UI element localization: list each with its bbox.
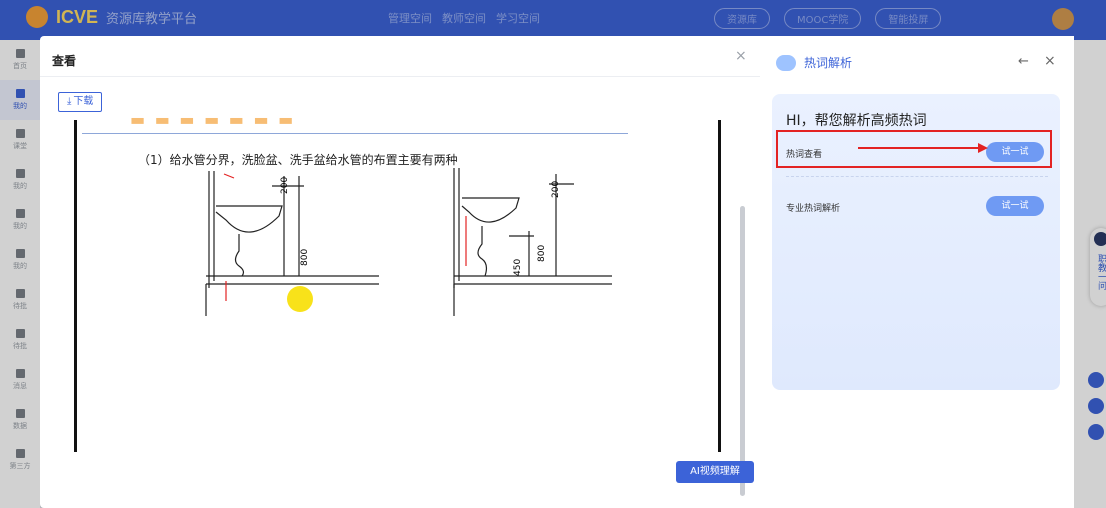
download-button[interactable]: ⤓ 下载 bbox=[58, 92, 103, 112]
row-separator bbox=[786, 176, 1048, 177]
cloud-icon bbox=[776, 54, 796, 71]
panel-header: 热词解析 bbox=[776, 54, 852, 71]
row-pro-hotword: 专业热词解析 试一试 bbox=[786, 196, 1048, 220]
hotword-panel: 热词解析 ← × HI，帮您解析高频热词 热词查看 试一试 专业热词解析 试一试 bbox=[768, 36, 1074, 508]
close-icon[interactable]: × bbox=[735, 48, 747, 64]
ai-video-button[interactable]: AI视频理解 bbox=[676, 461, 754, 483]
panel-greeting: HI，帮您解析高频热词 bbox=[786, 113, 927, 129]
view-modal: 查看 × ⤓ 下载 ▬ ▬ ▬ ▬ ▬ ▬ ▬ （1）给水管分界，洗脸盆、洗手盆给… bbox=[40, 36, 1074, 508]
row-label: 专业热词解析 bbox=[786, 204, 841, 214]
try-button-pro-hotword[interactable]: 试一试 bbox=[986, 196, 1044, 216]
document-viewer[interactable]: ▬ ▬ ▬ ▬ ▬ ▬ ▬ （1）给水管分界，洗脸盆、洗手盆给水管的布置主要有两… bbox=[74, 116, 729, 496]
annotation-arrow-icon bbox=[858, 143, 988, 153]
dim-label-3: 200 bbox=[551, 181, 561, 198]
back-arrow-icon[interactable]: ← bbox=[1018, 54, 1029, 69]
panel-title: 热词解析 bbox=[804, 56, 853, 70]
modal-title: 查看 bbox=[52, 54, 77, 68]
dim-label-4: 800 bbox=[537, 245, 547, 262]
dim-label-1: 200 bbox=[280, 177, 290, 194]
pointer-highlight bbox=[287, 286, 313, 312]
plumbing-figure: 200 800 200 800 450 bbox=[205, 168, 612, 316]
dim-label-2: 800 bbox=[300, 249, 310, 266]
sink-diagram-right bbox=[453, 168, 612, 316]
divider bbox=[40, 76, 760, 77]
download-label: 下载 bbox=[73, 96, 94, 107]
panel-close-icon[interactable]: × bbox=[1044, 53, 1056, 69]
download-icon: ⤓ bbox=[67, 96, 72, 107]
viewer-scrollbar[interactable] bbox=[740, 206, 745, 496]
dim-label-5: 450 bbox=[513, 259, 523, 276]
